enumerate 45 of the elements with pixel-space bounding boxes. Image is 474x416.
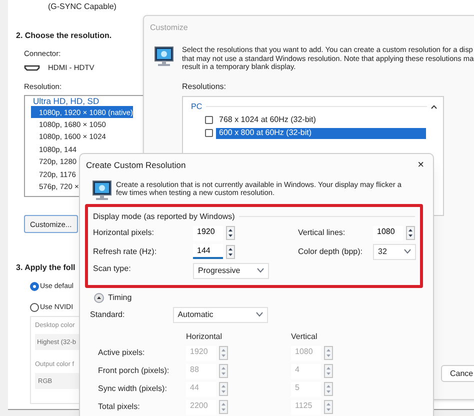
field-label: Standard: xyxy=(90,308,125,321)
field-label: Horizontal pixels: xyxy=(93,227,155,240)
section-heading: 2. Choose the resolution. xyxy=(16,31,112,40)
chevron-down-icon xyxy=(404,249,411,254)
close-button[interactable]: × xyxy=(414,160,427,171)
collapse-toggle-icon[interactable] xyxy=(94,292,104,303)
spinner-arrows-icon[interactable] xyxy=(226,244,235,259)
number-field[interactable]: 144 xyxy=(193,244,223,260)
cancel-button[interactable]: Cance xyxy=(441,365,474,382)
resolution-item[interactable]: 600 x 800 at 60Hz (32-bit) xyxy=(216,128,426,138)
dropdown[interactable]: Progressive xyxy=(193,262,269,279)
list-group-header: Ultra HD, HD, SD xyxy=(33,97,100,106)
dialog-title: Create Custom Resolution xyxy=(86,159,186,172)
column-header: Vertical xyxy=(291,330,318,343)
resolution-item[interactable]: 768 x 1024 at 60Hz (32-bit) xyxy=(216,114,426,126)
chevron-down-icon xyxy=(256,312,263,318)
field-label: Refresh rate (Hz): xyxy=(93,246,158,258)
field-label: Sync width (pixels): xyxy=(98,383,168,396)
resolutions-label: Resolutions: xyxy=(182,80,226,92)
section-heading: 3. Apply the foll xyxy=(16,263,76,272)
field-label: Scan type: xyxy=(93,262,132,275)
checkbox[interactable] xyxy=(205,129,213,137)
column-header: Horizontal xyxy=(186,330,224,343)
field-label: Active pixels: xyxy=(98,347,146,360)
field-label: Total pixels: xyxy=(98,401,141,414)
monitor-icon xyxy=(92,180,112,202)
display-caption: (G-SYNC Capable) xyxy=(48,1,116,13)
field-label: Vertical lines: xyxy=(298,227,346,240)
hdmi-port-icon xyxy=(24,64,40,70)
section-label: Timing xyxy=(108,292,132,304)
number-field[interactable]: 1080 xyxy=(373,226,403,241)
group-title: Display mode (as reported by Windows) xyxy=(93,210,235,223)
dropdown[interactable]: Automatic xyxy=(172,306,268,323)
number-field[interactable]: 1920 xyxy=(193,226,223,241)
field-label: Front porch (pixels): xyxy=(98,365,170,378)
checkbox[interactable] xyxy=(205,116,213,124)
list-group-header: PC xyxy=(191,100,202,112)
window-title: Customize xyxy=(150,23,188,32)
chevron-up-icon[interactable] xyxy=(431,104,437,108)
spinner-arrows-icon[interactable] xyxy=(226,226,235,240)
field-label: Color depth (bpp): xyxy=(298,246,364,258)
dropdown[interactable]: 32 xyxy=(373,244,416,260)
monitor-icon xyxy=(154,46,174,68)
spinner-arrows-icon[interactable] xyxy=(406,226,415,240)
chevron-down-icon xyxy=(257,268,264,274)
